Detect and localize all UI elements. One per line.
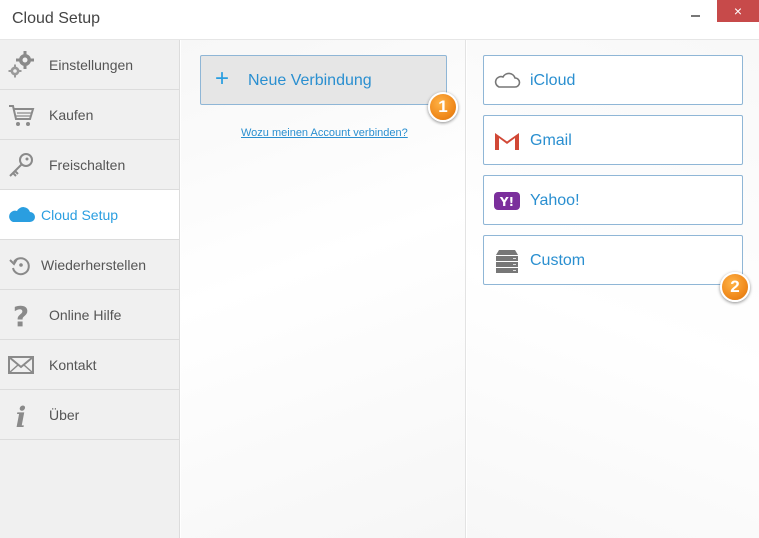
sidebar-item-online-hilfe[interactable]: ? Online Hilfe xyxy=(0,290,179,340)
why-connect-link[interactable]: Wozu meinen Account verbinden? xyxy=(241,127,408,139)
envelope-icon xyxy=(8,356,34,374)
cart-icon xyxy=(9,105,35,126)
sidebar-item-ueber[interactable]: i Über xyxy=(0,390,179,440)
sidebar-item-label: Wiederherstellen xyxy=(41,257,147,273)
provider-gmail-button[interactable]: Gmail xyxy=(483,115,743,165)
provider-label: Yahoo! xyxy=(530,192,580,209)
sidebar-item-label: Online Hilfe xyxy=(49,307,122,323)
connection-panel xyxy=(181,40,466,538)
sidebar-item-freischalten[interactable]: Freischalten xyxy=(0,140,179,190)
restore-icon xyxy=(9,257,30,276)
gmail-icon xyxy=(495,133,519,150)
new-connection-label: Neue Verbindung xyxy=(248,72,372,89)
provider-label: Gmail xyxy=(530,132,572,149)
info-icon: i xyxy=(16,401,27,430)
step-badge-2: 2 xyxy=(720,272,750,302)
step-badge-1: 1 xyxy=(428,92,458,122)
close-button[interactable]: × xyxy=(717,0,759,22)
provider-custom-button[interactable]: Custom xyxy=(483,235,743,285)
new-connection-button[interactable]: + Neue Verbindung xyxy=(200,55,447,105)
key-icon xyxy=(9,153,33,177)
window-title: Cloud Setup xyxy=(12,10,101,27)
sidebar-item-kontakt[interactable]: Kontakt xyxy=(0,340,179,390)
gears-icon xyxy=(8,51,34,78)
plus-icon: + xyxy=(215,65,230,92)
svg-text:?: ? xyxy=(13,300,29,330)
sidebar-item-kaufen[interactable]: Kaufen xyxy=(0,90,179,140)
sidebar-item-label: Freischalten xyxy=(49,157,126,173)
provider-label: Custom xyxy=(530,252,586,269)
sidebar-item-cloud-setup[interactable]: Cloud Setup xyxy=(0,190,179,240)
sidebar-item-label: Cloud Setup xyxy=(41,207,119,223)
title-bar: Cloud Setup × xyxy=(0,0,759,40)
sidebar-item-label: Kontakt xyxy=(49,357,97,373)
yahoo-icon-text: Y! xyxy=(499,195,514,209)
yahoo-icon: Y! xyxy=(494,192,520,210)
question-icon: ? xyxy=(13,300,29,330)
svg-text:i: i xyxy=(16,401,27,430)
provider-label: iCloud xyxy=(530,72,576,89)
icloud-icon xyxy=(494,72,521,88)
provider-icloud-button[interactable]: iCloud xyxy=(483,55,743,105)
minimize-button[interactable] xyxy=(686,6,706,20)
provider-yahoo-button[interactable]: Y! Yahoo! xyxy=(483,175,743,225)
sidebar-item-label: Über xyxy=(49,407,80,423)
sidebar-item-label: Einstellungen xyxy=(49,57,134,73)
sidebar-item-label: Kaufen xyxy=(49,107,94,123)
server-icon xyxy=(496,250,518,273)
sidebar-item-wiederherstellen[interactable]: Wiederherstellen xyxy=(0,240,179,290)
sidebar-item-einstellungen[interactable]: Einstellungen xyxy=(0,40,179,90)
cloud-icon xyxy=(9,207,35,222)
sidebar: Einstellungen Kaufen Freischalten Cloud … xyxy=(0,40,180,538)
